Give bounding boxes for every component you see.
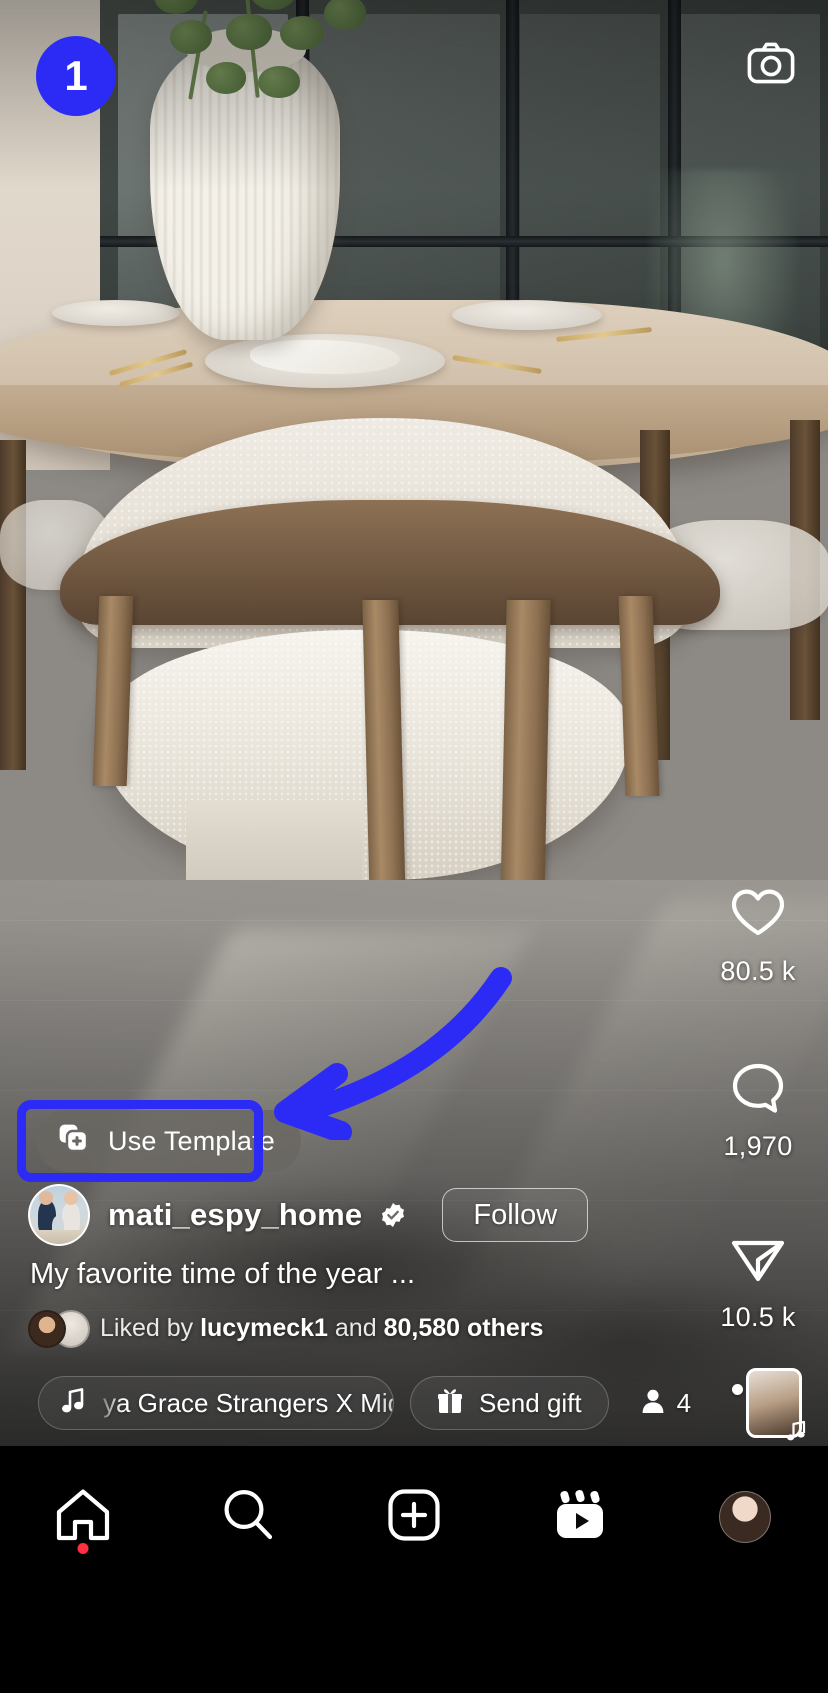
paper-plane-icon: [725, 1226, 791, 1292]
music-note-icon: [61, 1387, 85, 1420]
action-rail: 80.5 k 1,970 10.5 k: [688, 880, 828, 1409]
audio-note-badge-icon: [784, 1418, 810, 1444]
liked-by-text: Liked by lucymeck1 and 80,580 others: [100, 1314, 543, 1343]
liked-by-prefix: Liked by: [100, 1313, 194, 1342]
bottom-navigation: [0, 1446, 828, 1693]
nav-reels[interactable]: [520, 1474, 640, 1560]
camera-icon[interactable]: [740, 32, 802, 94]
plus-square-icon: [387, 1488, 441, 1547]
author-username[interactable]: mati_espy_home: [108, 1197, 362, 1233]
template-stack-plus-icon: [58, 1123, 92, 1160]
like-button[interactable]: 80.5 k: [720, 880, 795, 987]
liked-by-row[interactable]: Liked by lucymeck1 and 80,580 others: [28, 1308, 543, 1348]
nav-create[interactable]: [354, 1474, 474, 1560]
use-template-label: Use Template: [108, 1125, 275, 1156]
person-icon: [641, 1388, 665, 1419]
liked-by-user: lucymeck1: [200, 1313, 328, 1342]
share-button[interactable]: 10.5 k: [720, 1226, 795, 1333]
share-count: 10.5 k: [720, 1302, 796, 1332]
viewers-indicator[interactable]: 4: [625, 1376, 707, 1430]
send-gift-button[interactable]: Send gift: [410, 1376, 609, 1430]
audio-attribution-button[interactable]: ya Grace Strangers X Midnig: [38, 1376, 394, 1430]
profile-avatar-icon: [719, 1491, 772, 1543]
comment-count: 1,970: [723, 1131, 793, 1161]
reels-screen: 80.5 k 1,970 10.5 k Use Template mati_es…: [0, 0, 828, 1693]
comment-button[interactable]: 1,970: [723, 1055, 792, 1162]
nav-profile[interactable]: [685, 1474, 805, 1560]
verified-badge-icon: [380, 1202, 406, 1228]
annotation-step-number: 1: [64, 52, 88, 99]
send-gift-label: Send gift: [479, 1387, 582, 1418]
gift-icon: [437, 1387, 463, 1420]
liked-by-middle: and: [334, 1313, 377, 1342]
reel-caption[interactable]: My favorite time of the year ...: [30, 1258, 415, 1291]
home-icon: [55, 1488, 111, 1547]
annotation-step-badge: 1: [36, 36, 116, 116]
like-count: 80.5 k: [720, 956, 796, 986]
follow-label: Follow: [473, 1198, 558, 1231]
audio-title: ya Grace Strangers X Midnig: [103, 1387, 393, 1418]
reels-icon: [552, 1489, 608, 1546]
nav-search[interactable]: [188, 1474, 308, 1560]
follow-button[interactable]: Follow: [442, 1188, 589, 1242]
heart-icon: [725, 880, 791, 946]
liked-by-others: 80,580 others: [383, 1313, 544, 1342]
liked-by-avatars: [28, 1308, 90, 1348]
author-row: mati_espy_home Follow: [28, 1184, 668, 1246]
use-template-button[interactable]: Use Template: [36, 1110, 301, 1172]
avatar[interactable]: [28, 1184, 90, 1246]
home-notification-badge: [77, 1543, 89, 1554]
comment-bubble-icon: [725, 1055, 791, 1121]
nav-home[interactable]: [23, 1474, 143, 1560]
viewers-count: 4: [676, 1387, 692, 1418]
reel-meta-row: ya Grace Strangers X Midnig Send gift: [0, 1372, 828, 1434]
search-icon: [221, 1488, 275, 1547]
